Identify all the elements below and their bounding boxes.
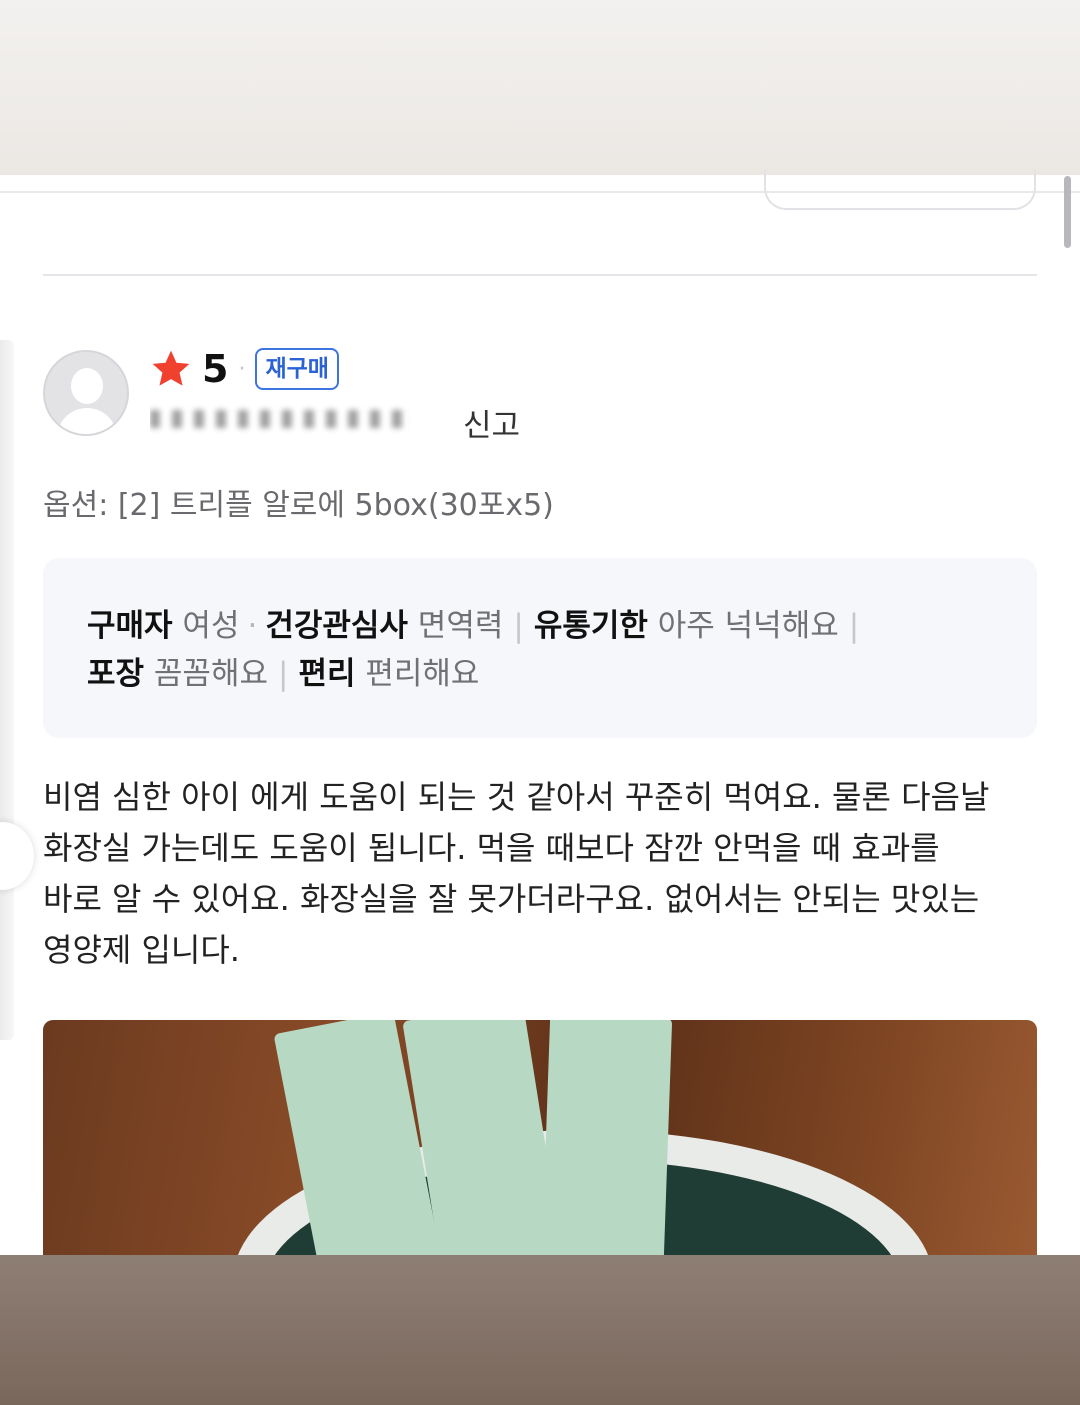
survey-value: 여성 [182, 608, 240, 644]
reviewer-info-redacted [150, 400, 410, 436]
survey-key: 포장 [87, 656, 145, 692]
filter-pill-button[interactable] [764, 170, 1036, 210]
rating-row: 5 · 재구매 [150, 347, 339, 391]
default-user-icon [71, 368, 103, 404]
survey-value: 면역력 [417, 608, 504, 644]
avatar [43, 350, 129, 436]
scrollbar[interactable] [1064, 176, 1071, 248]
review-body: 비염 심한 아이 에게 도움이 되는 것 같아서 꾸준히 먹여요. 물론 다음날… [43, 778, 990, 969]
review-photo[interactable] [43, 1020, 1037, 1270]
survey-key: 편리 [298, 656, 356, 692]
bottom-overlay [0, 1255, 1080, 1405]
report-link[interactable]: 신고 [463, 400, 520, 445]
survey-value: 편리해요 [365, 656, 480, 692]
separator-dot: · [238, 356, 246, 382]
repurchase-badge: 재구매 [255, 348, 339, 390]
survey-key: 건강관심사 [265, 608, 408, 644]
product-stick [539, 1020, 673, 1270]
survey-key: 유통기한 [533, 608, 648, 644]
survey-key: 구매자 [87, 608, 173, 644]
survey-line-2: 포장 꼼꼼해요 | 편리 편리해요 [87, 656, 480, 692]
survey-value: 아주 넉넉해요 [657, 608, 839, 644]
survey-summary: 구매자 여성 · 건강관심사 면역력 | 유통기한 아주 넉넉해요 | 포장 꼼꼼해요 | 편… [43, 558, 1037, 738]
rating-value: 5 [202, 347, 229, 391]
survey-line-1: 구매자 여성 · 건강관심사 면역력 | 유통기한 아주 넉넉해요 | [87, 608, 860, 644]
section-divider [43, 274, 1037, 276]
survey-value: 꼼꼼해요 [153, 656, 268, 692]
purchase-option: 옵션: [2] 트리플 알로에 5box(30포x5) [43, 488, 554, 523]
side-panel-edge [0, 340, 14, 1040]
star-icon [152, 350, 190, 386]
top-overlay [0, 0, 1080, 175]
